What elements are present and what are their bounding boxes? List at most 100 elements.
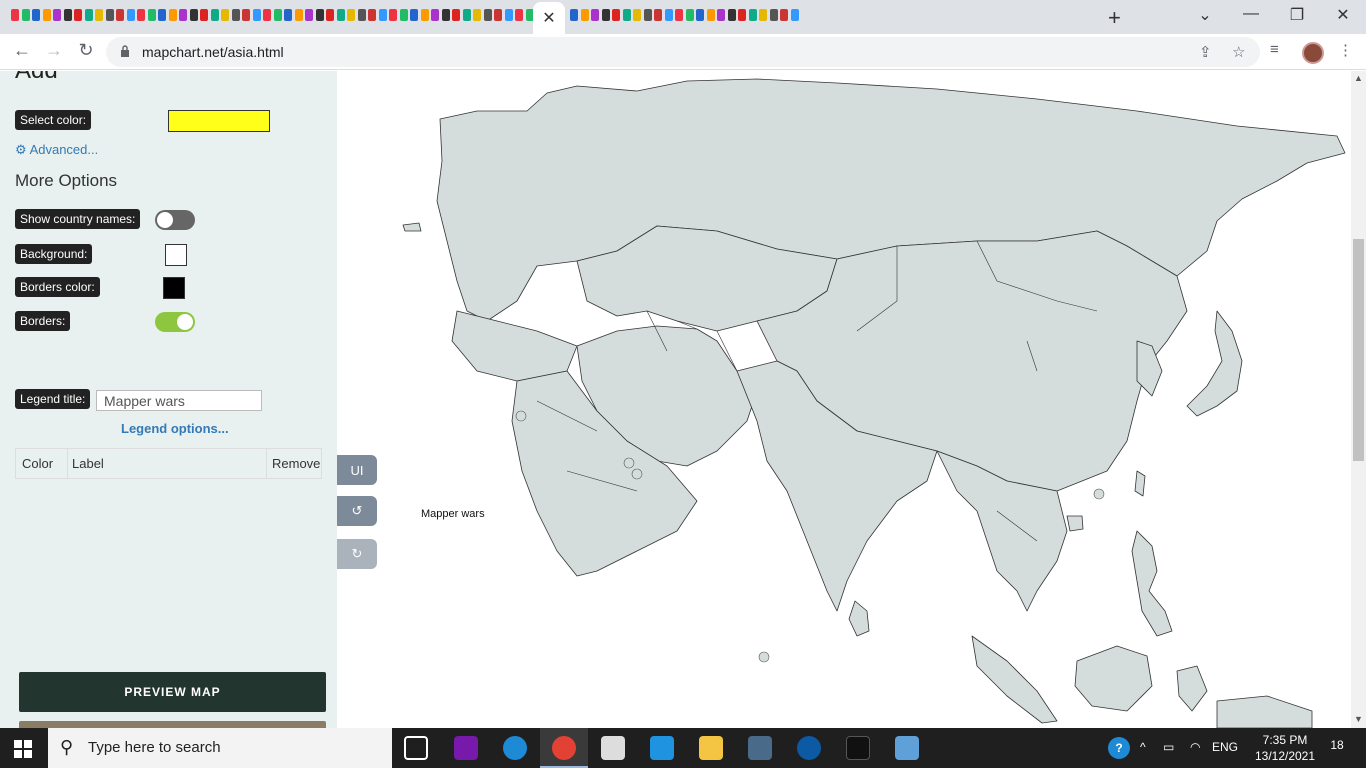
- help-icon[interactable]: ?: [1108, 737, 1130, 759]
- share-icon[interactable]: ⇪: [1199, 43, 1212, 61]
- tab-favicon[interactable]: [580, 7, 591, 23]
- tab-favicon[interactable]: [779, 7, 790, 23]
- advanced-link[interactable]: ⚙ Advanced...: [15, 142, 98, 158]
- new-tab-button[interactable]: +: [1108, 5, 1121, 31]
- tab-favicon[interactable]: [420, 7, 431, 23]
- tab-favicon[interactable]: [31, 7, 42, 23]
- tab-favicon[interactable]: [727, 7, 738, 23]
- tab-favicon[interactable]: [504, 7, 515, 23]
- tab-favicon[interactable]: [643, 7, 654, 23]
- scroll-up-arrow[interactable]: ▲: [1354, 73, 1363, 83]
- windows-start-icon[interactable]: [14, 740, 32, 758]
- forward-button[interactable]: →: [42, 40, 66, 61]
- tab-favicon[interactable]: [758, 7, 769, 23]
- tab-favicon[interactable]: [664, 7, 675, 23]
- restore-button[interactable]: ❐: [1287, 5, 1307, 25]
- onenote-icon[interactable]: [454, 736, 478, 760]
- tab-favicon[interactable]: [685, 7, 696, 23]
- tab-favicon[interactable]: [472, 7, 483, 23]
- tab-favicon[interactable]: [73, 7, 84, 23]
- show-country-names-toggle[interactable]: [155, 210, 195, 230]
- reload-button[interactable]: ↻: [74, 40, 98, 61]
- tab-favicon[interactable]: [378, 7, 389, 23]
- ui-toggle-button[interactable]: UI: [337, 455, 377, 485]
- tab-search-icon[interactable]: ⌄: [1195, 5, 1215, 25]
- redo-button[interactable]: ↻: [337, 539, 377, 569]
- tab-favicon[interactable]: [388, 7, 399, 23]
- tab-favicon[interactable]: [695, 7, 706, 23]
- tab-favicon[interactable]: [569, 7, 580, 23]
- undo-button[interactable]: ↺: [337, 496, 377, 526]
- tab-favicon[interactable]: [294, 7, 305, 23]
- page-scrollbar[interactable]: ▲ ▼: [1351, 71, 1366, 728]
- tab-favicon[interactable]: [21, 7, 32, 23]
- battery-icon[interactable]: ▭: [1163, 740, 1174, 754]
- tab-favicon[interactable]: [168, 7, 179, 23]
- chrome-icon[interactable]: [552, 736, 576, 760]
- photos-icon[interactable]: [895, 736, 919, 760]
- tab-favicon[interactable]: [157, 7, 168, 23]
- ie-icon[interactable]: [797, 736, 821, 760]
- tab-favicon[interactable]: [622, 7, 633, 23]
- show-hidden-icons[interactable]: ^: [1140, 740, 1146, 754]
- tab-favicon[interactable]: [483, 7, 494, 23]
- tab-favicon[interactable]: [273, 7, 284, 23]
- tab-favicon[interactable]: [178, 7, 189, 23]
- address-bar[interactable]: mapchart.net/asia.html ⇪ ☆: [106, 37, 1260, 67]
- download-button[interactable]: [19, 721, 326, 728]
- tab-favicon[interactable]: [514, 7, 525, 23]
- tab-favicon[interactable]: [136, 7, 147, 23]
- map-canvas[interactable]: UI ↺ ↻ Mapper wars: [337, 71, 1351, 728]
- tab-favicon[interactable]: [42, 7, 53, 23]
- clock[interactable]: 7:35 PM 13/12/2021: [1250, 732, 1320, 764]
- tab-favicon[interactable]: [115, 7, 126, 23]
- tab-favicon[interactable]: [409, 7, 420, 23]
- tab-favicon[interactable]: [126, 7, 137, 23]
- tab-favicon[interactable]: [493, 7, 504, 23]
- bookmark-star-icon[interactable]: ☆: [1232, 43, 1245, 61]
- tab-favicon[interactable]: [769, 7, 780, 23]
- tab-favicon[interactable]: [52, 7, 63, 23]
- background-color-swatch[interactable]: [165, 244, 187, 266]
- legend-title-input[interactable]: [96, 390, 262, 411]
- tab-favicon[interactable]: [590, 7, 601, 23]
- tab-favicon[interactable]: [367, 7, 378, 23]
- scroll-thumb[interactable]: [1353, 239, 1364, 461]
- tab-favicon[interactable]: [737, 7, 748, 23]
- tab-favicon[interactable]: [653, 7, 664, 23]
- menu-icon[interactable]: ⋮: [1338, 41, 1353, 59]
- wifi-icon[interactable]: ◠: [1190, 740, 1200, 754]
- roblox-icon[interactable]: [601, 736, 625, 760]
- tab-favicon[interactable]: [94, 7, 105, 23]
- reading-list-icon[interactable]: ≡: [1270, 41, 1279, 58]
- tab-favicon[interactable]: [147, 7, 158, 23]
- close-window-button[interactable]: ✕: [1333, 5, 1353, 25]
- file-explorer-icon[interactable]: [699, 736, 723, 760]
- tab-favicon[interactable]: [84, 7, 95, 23]
- scroll-down-arrow[interactable]: ▼: [1354, 714, 1363, 724]
- tab-favicon[interactable]: [63, 7, 74, 23]
- tab-favicon[interactable]: [632, 7, 643, 23]
- tab-favicon[interactable]: [451, 7, 462, 23]
- minimize-button[interactable]: —: [1241, 5, 1261, 23]
- borders-toggle[interactable]: [155, 312, 195, 332]
- tab-favicon[interactable]: [210, 7, 221, 23]
- tab-favicon[interactable]: [105, 7, 116, 23]
- tab-favicon[interactable]: [790, 7, 801, 23]
- tab-favicon[interactable]: [357, 7, 368, 23]
- tab-favicon[interactable]: [199, 7, 210, 23]
- tab-favicon[interactable]: [10, 7, 21, 23]
- select-color-swatch[interactable]: [168, 110, 270, 132]
- tab-favicon[interactable]: [716, 7, 727, 23]
- tab-favicon[interactable]: [748, 7, 759, 23]
- tab-favicon[interactable]: [220, 7, 231, 23]
- calculator-icon[interactable]: [748, 736, 772, 760]
- tab-favicon[interactable]: [336, 7, 347, 23]
- tab-favicon[interactable]: [241, 7, 252, 23]
- tab-favicon[interactable]: [441, 7, 452, 23]
- language-indicator[interactable]: ENG: [1212, 740, 1238, 754]
- tab-favicon[interactable]: [430, 7, 441, 23]
- asia-map[interactable]: [337, 71, 1351, 728]
- tab-favicon[interactable]: [462, 7, 473, 23]
- tab-favicon[interactable]: [304, 7, 315, 23]
